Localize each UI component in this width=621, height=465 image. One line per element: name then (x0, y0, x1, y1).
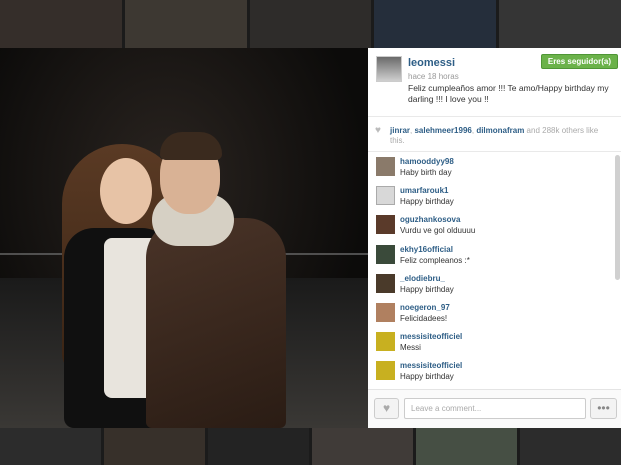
avatar[interactable] (376, 215, 395, 235)
avatar[interactable] (376, 56, 402, 82)
woman-face (100, 158, 152, 224)
comment-item: hamooddyy98 Haby birth day (368, 153, 621, 182)
comment-item: umarfarouk1 Happy birthday (368, 182, 621, 211)
heart-icon: ♥ (382, 401, 391, 415)
heart-icon: ♥ (375, 125, 381, 136)
liker-link[interactable]: dilmonafram (476, 126, 524, 135)
comment-username[interactable]: messisiteofficiel (400, 332, 462, 341)
avatar[interactable] (376, 302, 395, 322)
likes-summary: ♥ jinrar, salehmeer1996, dilmonafram and… (368, 117, 621, 152)
likes-and: and (524, 126, 543, 135)
comment-username[interactable]: oguzhankosova (400, 215, 460, 224)
avatar[interactable] (376, 332, 395, 352)
thumbnail[interactable] (249, 0, 372, 48)
comment-item: _elodiebru_ Happy birthday (368, 270, 621, 299)
thumbnail[interactable] (416, 428, 517, 465)
comment-input[interactable]: Leave a comment... (404, 398, 586, 419)
comment-username[interactable]: ekhy16official (400, 245, 453, 254)
comment-username[interactable]: messisiteofficiel (400, 361, 462, 370)
thumbnail[interactable] (374, 0, 497, 48)
more-options-button[interactable]: ••• (590, 398, 617, 419)
thumbnail[interactable] (124, 0, 247, 48)
comment-text: Feliz compleanos :* (400, 255, 470, 265)
post-side-panel: leomessi Eres seguidor(a) hace 18 horas … (368, 48, 621, 428)
thumbnail[interactable] (0, 0, 122, 48)
liker-link[interactable]: jinrar (390, 126, 410, 135)
comment-username[interactable]: _elodiebru_ (400, 274, 445, 283)
comment-username[interactable]: umarfarouk1 (400, 186, 448, 195)
comment-text: Felicidadees! (400, 313, 448, 323)
background-thumbnails-bottom (0, 428, 621, 465)
thumbnail[interactable] (499, 0, 621, 48)
comment-footer: ♥ Leave a comment... ••• (368, 389, 621, 428)
comment-text: Happy birthday (400, 197, 454, 207)
comment-list[interactable]: hamooddyy98 Haby birth day umarfarouk1 H… (368, 153, 621, 389)
background-thumbnails-top (0, 0, 621, 48)
more-icon: ••• (597, 401, 610, 415)
avatar[interactable] (376, 186, 395, 206)
comment-item: messisiteofficiel Happy birthday (368, 357, 621, 386)
comment-text: Happy birthday (400, 284, 454, 294)
thumbnail[interactable] (312, 428, 413, 465)
thumbnail[interactable] (0, 428, 101, 465)
avatar[interactable] (376, 244, 395, 264)
man-jacket (146, 218, 286, 428)
like-button[interactable]: ♥ (374, 398, 399, 419)
avatar[interactable] (376, 361, 395, 381)
post-photo[interactable] (0, 48, 368, 428)
comment-text: Happy birthday (400, 372, 454, 382)
comment-item: oguzhankosova Vurdu ve gol olduuuu (368, 211, 621, 240)
thumbnail[interactable] (104, 428, 205, 465)
comment-item: messisiteofficiel Messi (368, 328, 621, 357)
post-username[interactable]: leomessi (408, 57, 455, 69)
comment-item: ekhy16official Feliz compleanos :* (368, 241, 621, 270)
comment-item: noegeron_97 Felicidadees! (368, 299, 621, 328)
comment-text: Haby birth day (400, 168, 452, 177)
likes-count: 288k (542, 126, 560, 135)
avatar[interactable] (376, 273, 395, 293)
post-caption: Feliz cumpleaños amor !!! Te amo/Happy b… (408, 83, 609, 104)
comment-username[interactable]: hamooddyy98 (400, 157, 454, 166)
comment-text: Messi (400, 343, 421, 353)
comment-username[interactable]: noegeron_97 (400, 303, 450, 312)
thumbnail[interactable] (208, 428, 309, 465)
man-hair (160, 132, 222, 160)
post-header: leomessi Eres seguidor(a) hace 18 horas … (368, 48, 621, 117)
post-time: hace 18 horas (408, 72, 459, 81)
comments-scrollbar[interactable] (615, 155, 620, 280)
avatar[interactable] (376, 157, 395, 176)
follow-button[interactable]: Eres seguidor(a) (540, 54, 618, 69)
thumbnail[interactable] (520, 428, 621, 465)
liker-link[interactable]: salehmeer1996 (414, 126, 471, 135)
comment-text: Vurdu ve gol olduuuu (400, 226, 476, 236)
